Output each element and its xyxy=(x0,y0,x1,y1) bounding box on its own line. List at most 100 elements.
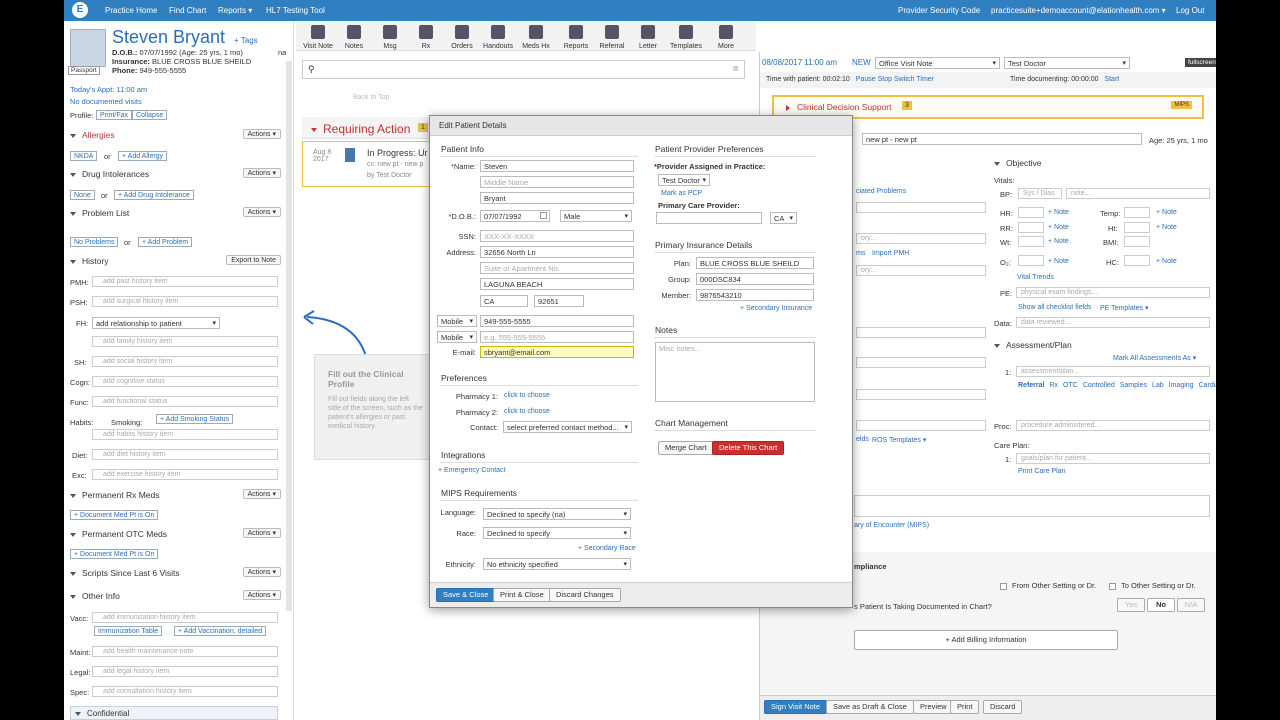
drug-actions[interactable]: Actions ▾ xyxy=(242,168,281,178)
last-name-input[interactable]: Bryant xyxy=(480,192,634,204)
toolbar-reports-button[interactable]: Reports xyxy=(558,22,594,50)
diet-input[interactable]: add diet history item xyxy=(92,449,278,460)
pharmacy2-choose-link[interactable]: click to choose xyxy=(504,408,550,415)
switch-timer-link[interactable]: Switch Timer xyxy=(894,76,934,83)
nav-practice-home[interactable]: Practice Home xyxy=(105,6,157,15)
hr-input[interactable] xyxy=(1018,207,1044,218)
wt-note-link[interactable]: + Note xyxy=(1048,238,1069,245)
hr-note-link[interactable]: + Note xyxy=(1048,209,1069,216)
note-type-select[interactable]: Office Visit Note xyxy=(875,57,1000,69)
objective-header[interactable]: Objective xyxy=(994,158,1041,168)
contact-method-select[interactable]: select preferred contact method... xyxy=(503,421,632,433)
sex-select[interactable]: Male xyxy=(560,210,632,222)
data-input[interactable]: data reviewed... xyxy=(1016,317,1210,328)
ht-note-link[interactable]: + Note xyxy=(1156,224,1177,231)
pe-input[interactable]: physical exam findings... xyxy=(1016,287,1210,298)
save-draft-button[interactable]: Save as Draft & Close xyxy=(826,700,914,714)
bmi-input[interactable] xyxy=(1124,236,1150,247)
ap-link[interactable]: Controlled xyxy=(1083,382,1115,389)
mark-pcp-link[interactable]: Mark as PCP xyxy=(661,190,702,197)
doctor-select[interactable]: Test Doctor xyxy=(1004,57,1130,69)
family-history-input[interactable]: add family history item xyxy=(92,336,278,347)
note-field-1[interactable] xyxy=(856,327,986,338)
collapse-button[interactable]: Collapse xyxy=(132,110,168,120)
immunization-table-button[interactable]: Immunization Table xyxy=(94,626,163,636)
add-smoking-button[interactable]: + Add Smoking Status xyxy=(156,414,234,424)
checklist-link[interactable]: Show all checklist fields xyxy=(1018,304,1092,311)
func-input[interactable]: add functional status xyxy=(92,396,278,407)
zip-input[interactable]: 92651 xyxy=(534,295,584,307)
nav-reports[interactable]: Reports ▾ xyxy=(218,6,252,15)
secondary-race-link[interactable]: + Secondary Race xyxy=(578,545,636,552)
fields-link[interactable]: elds xyxy=(856,436,869,443)
toolbar-letter-button[interactable]: Letter xyxy=(630,22,666,50)
city-input[interactable]: LAGUNA BEACH xyxy=(480,278,634,290)
toolbar-handouts-button[interactable]: Handouts xyxy=(480,22,516,50)
pcp-state-select[interactable]: CA xyxy=(770,212,797,224)
race-select[interactable]: Declined to specify xyxy=(483,527,631,539)
toolbar-referral-button[interactable]: Referral xyxy=(594,22,630,50)
proc-input[interactable]: procedure administered... xyxy=(1016,420,1210,431)
exc-input[interactable]: add exercise history item xyxy=(92,469,278,480)
toolbar-notes-button[interactable]: Notes xyxy=(336,22,372,50)
add-drug-button[interactable]: + Add Drug Intolerance xyxy=(114,190,194,200)
subjective-input[interactable] xyxy=(856,202,986,213)
other-info-header[interactable]: Other Info xyxy=(70,591,120,601)
legal-input[interactable]: add legal history item xyxy=(92,666,278,677)
ms-link[interactable]: ms xyxy=(856,250,865,257)
document-med-rx-button[interactable]: + Document Med Pt is On xyxy=(70,510,159,520)
summary-mips-link[interactable]: ary of Encounter (MIPS) xyxy=(854,522,929,529)
search-input[interactable]: ⚲ ⊗ xyxy=(302,60,745,79)
add-billing-button[interactable]: + Add Billing Information xyxy=(854,630,1118,650)
print-fax-button[interactable]: Print/Fax xyxy=(96,110,133,120)
back-to-top[interactable]: Back to Top xyxy=(353,94,389,101)
assessment-input[interactable]: assessment/plan... xyxy=(1016,366,1210,377)
clear-icon[interactable]: ⊗ xyxy=(732,64,739,73)
na-button[interactable]: N/A xyxy=(1177,598,1205,612)
to-other-checkbox[interactable]: To Other Setting or Dr. xyxy=(1109,581,1196,590)
care-plan-input[interactable]: goals/plan for patient... xyxy=(1016,453,1210,464)
state-input[interactable]: CA xyxy=(480,295,528,307)
ap-link[interactable]: Cardiac xyxy=(1199,382,1216,389)
start-link[interactable]: Start xyxy=(1104,76,1119,83)
maint-input[interactable]: add health maintenance note xyxy=(92,646,278,657)
calendar-icon[interactable] xyxy=(540,212,547,219)
merge-chart-button[interactable]: Merge Chart xyxy=(658,441,714,455)
visit-date[interactable]: 08/08/2017 11:00 am xyxy=(762,58,837,67)
nav-security-code[interactable]: Provider Security Code xyxy=(898,6,980,15)
toolbar-orders-button[interactable]: Orders xyxy=(444,22,480,50)
phone-type2-select[interactable]: Mobile xyxy=(437,331,477,343)
export-to-note-button[interactable]: Export to Note xyxy=(226,255,281,265)
other-actions[interactable]: Actions ▾ xyxy=(242,590,281,600)
pe-templates-link[interactable]: PE Templates ▾ xyxy=(1100,304,1149,312)
note-field-3[interactable] xyxy=(856,389,986,400)
rr-input[interactable] xyxy=(1018,222,1044,233)
scripts-header[interactable]: Scripts Since Last 6 Visits xyxy=(70,568,180,578)
nav-find-chart[interactable]: Find Chart xyxy=(169,6,206,15)
habits-input[interactable]: add habits history item xyxy=(92,429,278,440)
import-pmh-link[interactable]: Import PMH xyxy=(872,250,909,257)
ros-input[interactable]: ory... xyxy=(856,265,986,276)
save-close-button[interactable]: Save & Close xyxy=(436,588,496,602)
add-allergy-button[interactable]: + Add Allergy xyxy=(118,151,168,161)
secondary-insurance-link[interactable]: + Secondary Insurance xyxy=(740,305,812,312)
bp-input[interactable]: Sys / Dias xyxy=(1018,188,1062,199)
print-button[interactable]: Print xyxy=(950,700,980,714)
requiring-action-item[interactable]: Aug 8 2017 In Progress: Ur cc: new pt - … xyxy=(302,141,432,187)
temp-note-link[interactable]: + Note xyxy=(1156,209,1177,216)
bp-note-input[interactable]: note... xyxy=(1066,188,1210,199)
elation-logo-icon[interactable]: E xyxy=(72,2,88,18)
history-header[interactable]: History xyxy=(70,256,108,266)
temp-input[interactable] xyxy=(1124,207,1150,218)
fullscreen-button[interactable]: fullscreen xyxy=(1185,58,1216,67)
encounter-summary-input[interactable] xyxy=(854,495,1210,517)
ssn-input[interactable]: XXX-XX-XXXX xyxy=(480,230,634,242)
discard-button[interactable]: Discard xyxy=(983,700,1023,714)
hc-input[interactable] xyxy=(1124,255,1150,266)
toolbar-visit-note-button[interactable]: Visit Note xyxy=(300,22,336,50)
from-other-checkbox[interactable]: From Other Setting or Dr. xyxy=(1000,581,1096,590)
o2-input[interactable] xyxy=(1018,255,1044,266)
nav-account[interactable]: practicesuite+demoaccount@elationhealth.… xyxy=(991,6,1166,15)
fh-relationship-select[interactable]: add relationship to patient xyxy=(92,317,220,329)
confidential-section[interactable]: Confidential xyxy=(70,706,278,720)
